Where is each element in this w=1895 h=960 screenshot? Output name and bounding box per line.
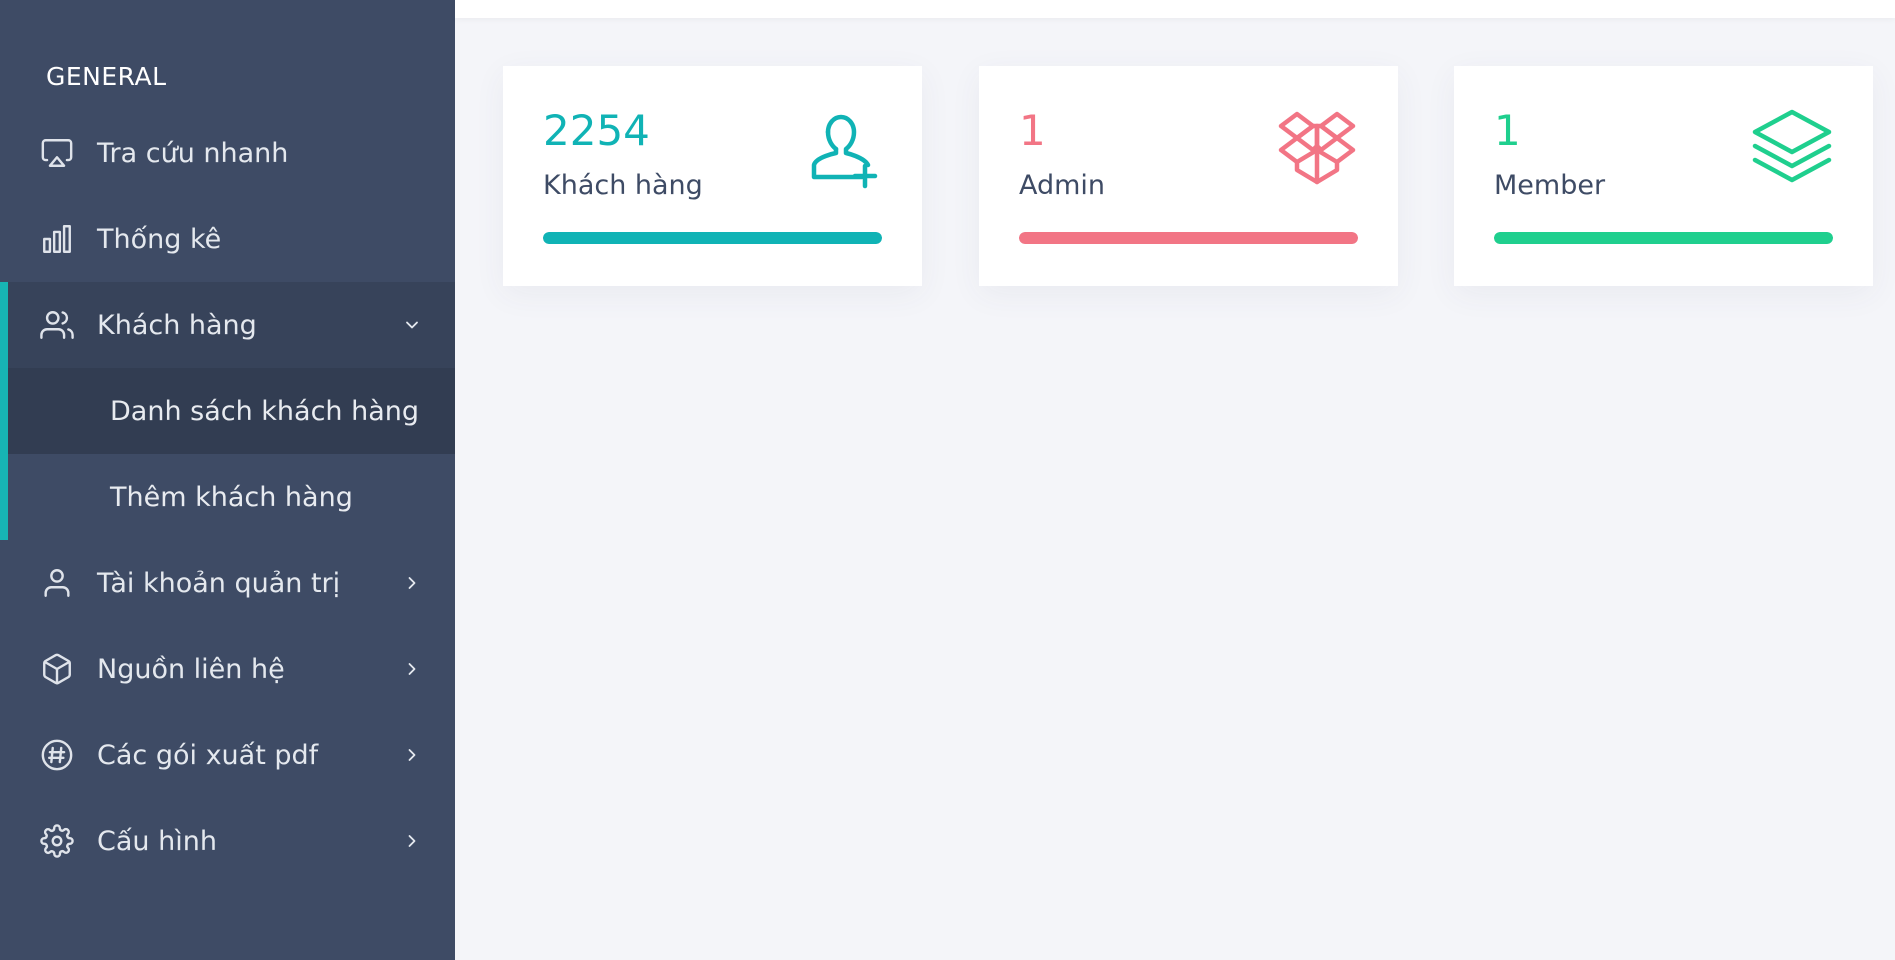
stat-card-admin[interactable]: 1 Admin: [979, 66, 1398, 286]
bar-chart-icon: [40, 222, 74, 256]
sidebar-item-cau-hinh[interactable]: Cấu hình: [0, 798, 455, 884]
stat-card-member[interactable]: 1 Member: [1454, 66, 1873, 286]
chevron-right-icon: [402, 659, 422, 679]
sidebar-item-label: Khách hàng: [97, 309, 257, 341]
active-group-indicator: [0, 282, 8, 540]
sidebar-item-tai-khoan-quan-tri[interactable]: Tài khoản quản trị: [0, 540, 455, 626]
airplay-icon: [40, 136, 74, 170]
top-header-bar: [455, 0, 1895, 18]
user-icon: [40, 566, 74, 600]
sidebar-subitem-danh-sach-khach-hang[interactable]: Danh sách khách hàng: [8, 368, 455, 454]
sidebar-item-cac-goi-xuat-pdf[interactable]: Các gói xuất pdf: [0, 712, 455, 798]
sidebar-item-nguon-lien-he[interactable]: Nguồn liên hệ: [0, 626, 455, 712]
stat-progress-fill: [1494, 232, 1833, 244]
sidebar-subitem-label: Danh sách khách hàng: [110, 395, 420, 427]
chevron-right-icon: [402, 831, 422, 851]
sidebar-heading: GENERAL: [46, 62, 167, 91]
sidebar-item-label: Các gói xuất pdf: [97, 739, 319, 771]
sidebar-item-label: Nguồn liên hệ: [97, 653, 285, 685]
stat-card-khach-hang[interactable]: 2254 Khách hàng: [503, 66, 922, 286]
sidebar-subitem-label: Thêm khách hàng: [110, 481, 353, 513]
chevron-right-icon: [402, 745, 422, 765]
sidebar-item-thong-ke[interactable]: Thống kê: [0, 196, 455, 282]
stat-progress-fill: [543, 232, 882, 244]
sidebar-item-label: Tra cứu nhanh: [97, 137, 289, 169]
users-icon: [40, 308, 74, 342]
chevron-down-icon: [402, 315, 422, 335]
stat-count: 1: [1019, 106, 1046, 155]
dropbox-icon: [1274, 104, 1360, 190]
stat-count: 1: [1494, 106, 1521, 155]
settings-icon: [40, 824, 74, 858]
chevron-right-icon: [402, 573, 422, 593]
sidebar-subitem-them-khach-hang[interactable]: Thêm khách hàng: [8, 454, 455, 540]
stat-progress-fill: [1019, 232, 1358, 244]
hash-icon: [40, 738, 74, 772]
sidebar-item-label: Thống kê: [97, 223, 222, 255]
stat-progress-bar: [1019, 232, 1358, 244]
user-plus-icon: [798, 104, 884, 190]
sidebar-item-khach-hang[interactable]: Khách hàng: [0, 282, 455, 368]
stat-label: Khách hàng: [543, 170, 703, 201]
sidebar-item-tra-cuu-nhanh[interactable]: Tra cứu nhanh: [0, 110, 455, 196]
sidebar-item-label: Cấu hình: [97, 825, 217, 857]
stat-label: Member: [1494, 170, 1606, 201]
sidebar-item-label: Tài khoản quản trị: [97, 567, 341, 599]
box-icon: [40, 652, 74, 686]
stat-label: Admin: [1019, 170, 1106, 201]
stat-progress-bar: [543, 232, 882, 244]
layers-icon: [1749, 104, 1835, 190]
sidebar: GENERAL Tra cứu nhanh Thống kê Khách hàn…: [0, 0, 455, 960]
stat-count: 2254: [543, 106, 650, 155]
stat-progress-bar: [1494, 232, 1833, 244]
